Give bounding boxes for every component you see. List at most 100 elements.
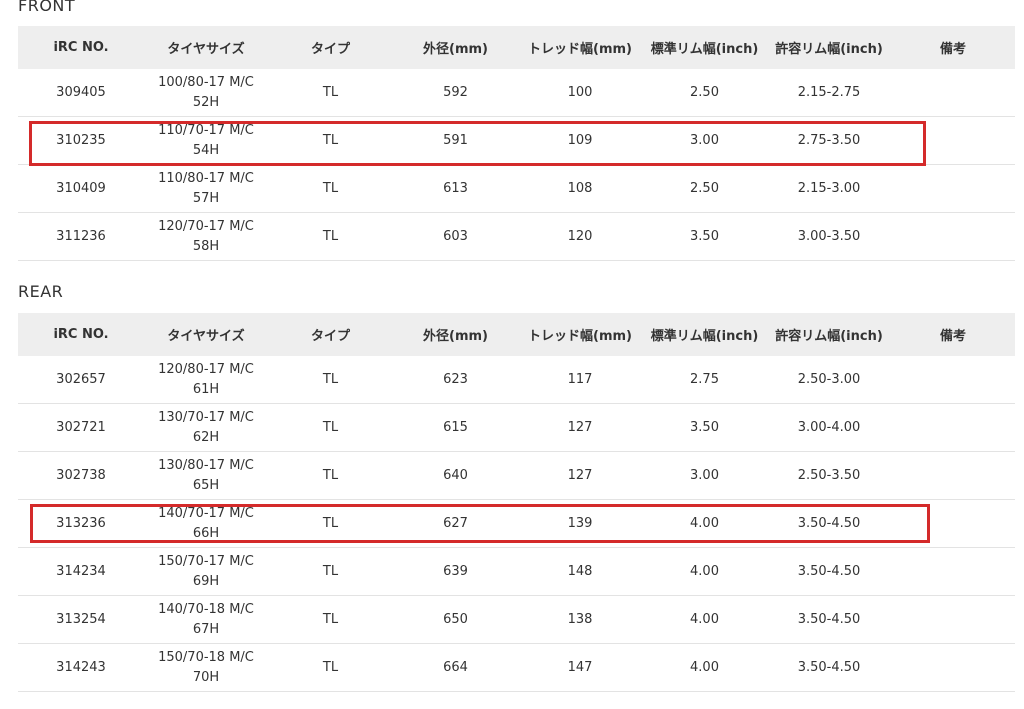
cell-tread-width: 108 xyxy=(518,164,642,213)
table-row: 314234 150/70-17 M/C 69H TL 639 148 4.00 3.50-4… xyxy=(18,547,1015,596)
header-tire-size: タイヤサイズ xyxy=(144,26,268,69)
cell-type: TL xyxy=(268,403,393,452)
tire-size-line: 120/80-17 M/C xyxy=(158,361,254,377)
cell-tread-width: 127 xyxy=(518,451,642,500)
tire-size-line: 130/70-17 M/C xyxy=(158,409,254,425)
cell-outer-diameter: 627 xyxy=(393,499,518,548)
cell-remarks xyxy=(891,69,1015,117)
cell-tread-width: 138 xyxy=(518,595,642,644)
cell-std-rim-width: 2.50 xyxy=(642,69,767,117)
tire-size-line: 110/80-17 M/C xyxy=(158,170,254,186)
load-speed-index: 52H xyxy=(192,94,220,110)
cell-type: TL xyxy=(268,356,393,404)
cell-std-rim-width: 3.00 xyxy=(642,116,767,165)
cell-tire-size: 140/70-17 M/C 66H xyxy=(144,499,268,548)
load-speed-index: 69H xyxy=(192,573,220,589)
cell-outer-diameter: 591 xyxy=(393,116,518,165)
cell-type: TL xyxy=(268,451,393,500)
header-allowed-rim-width: 許容リム幅(inch) xyxy=(767,313,891,356)
cell-type: TL xyxy=(268,547,393,596)
cell-tire-size: 110/70-17 M/C 54H xyxy=(144,116,268,165)
cell-tire-size: 150/70-18 M/C 70H xyxy=(144,643,268,692)
header-irc-no: iRC NO. xyxy=(18,313,144,356)
cell-std-rim-width: 2.50 xyxy=(642,164,767,213)
cell-irc-no: 314243 xyxy=(18,643,144,692)
cell-tire-size: 120/80-17 M/C 61H xyxy=(144,356,268,404)
cell-irc-no: 302657 xyxy=(18,356,144,404)
cell-allowed-rim-width: 3.50-4.50 xyxy=(767,547,891,596)
table-row: 302657 120/80-17 M/C 61H TL 623 117 2.75 2.50-3… xyxy=(18,356,1015,404)
cell-allowed-rim-width: 3.50-4.50 xyxy=(767,643,891,692)
rear-spec-table: iRC NO. タイヤサイズ タイプ 外径(mm) トレッド幅(mm) 標準リム… xyxy=(18,313,1015,692)
cell-outer-diameter: 640 xyxy=(393,451,518,500)
page: FRONT iRC NO. タイヤサイズ タイプ 外径(mm) トレッド幅(mm… xyxy=(0,0,1024,709)
cell-tread-width: 127 xyxy=(518,403,642,452)
cell-outer-diameter: 639 xyxy=(393,547,518,596)
header-outer-diameter: 外径(mm) xyxy=(393,313,518,356)
table-row: 309405 100/80-17 M/C 52H TL 592 100 2.50 2.15-2… xyxy=(18,69,1015,117)
cell-tread-width: 120 xyxy=(518,212,642,261)
cell-remarks xyxy=(891,547,1015,596)
header-allowed-rim-width: 許容リム幅(inch) xyxy=(767,26,891,69)
cell-tread-width: 147 xyxy=(518,643,642,692)
tire-size-line: 120/70-17 M/C xyxy=(158,218,254,234)
cell-allowed-rim-width: 3.00-3.50 xyxy=(767,212,891,261)
cell-tread-width: 100 xyxy=(518,69,642,117)
cell-irc-no: 313236 xyxy=(18,499,144,548)
cell-remarks xyxy=(891,595,1015,644)
cell-type: TL xyxy=(268,595,393,644)
cell-remarks xyxy=(891,116,1015,165)
cell-outer-diameter: 603 xyxy=(393,212,518,261)
load-speed-index: 62H xyxy=(192,429,220,445)
cell-outer-diameter: 615 xyxy=(393,403,518,452)
cell-type: TL xyxy=(268,643,393,692)
cell-tire-size: 130/80-17 M/C 65H xyxy=(144,451,268,500)
cell-allowed-rim-width: 3.50-4.50 xyxy=(767,595,891,644)
tire-size-line: 140/70-17 M/C xyxy=(158,505,254,521)
load-speed-index: 57H xyxy=(192,190,220,206)
cell-remarks xyxy=(891,403,1015,452)
cell-std-rim-width: 4.00 xyxy=(642,595,767,644)
table-row: 311236 120/70-17 M/C 58H TL 603 120 3.50 3.00-3… xyxy=(18,212,1015,261)
header-tire-size: タイヤサイズ xyxy=(144,313,268,356)
tire-size-line: 140/70-18 M/C xyxy=(158,601,254,617)
load-speed-index: 66H xyxy=(192,525,220,541)
tire-size-line: 150/70-18 M/C xyxy=(158,649,254,665)
load-speed-index: 70H xyxy=(192,669,220,685)
cell-allowed-rim-width: 2.75-3.50 xyxy=(767,116,891,165)
cell-remarks xyxy=(891,499,1015,548)
cell-tire-size: 130/70-17 M/C 62H xyxy=(144,403,268,452)
cell-tread-width: 139 xyxy=(518,499,642,548)
cell-remarks xyxy=(891,451,1015,500)
cell-type: TL xyxy=(268,164,393,213)
cell-std-rim-width: 4.00 xyxy=(642,547,767,596)
load-speed-index: 54H xyxy=(192,142,220,158)
header-std-rim-width: 標準リム幅(inch) xyxy=(642,26,767,69)
cell-outer-diameter: 664 xyxy=(393,643,518,692)
header-tread-width: トレッド幅(mm) xyxy=(518,26,642,69)
table-header-row: iRC NO. タイヤサイズ タイプ 外径(mm) トレッド幅(mm) 標準リム… xyxy=(18,313,1015,356)
cell-tread-width: 109 xyxy=(518,116,642,165)
front-table-body: 309405 100/80-17 M/C 52H TL 592 100 2.50 2.15-2… xyxy=(18,69,1015,261)
cell-std-rim-width: 3.00 xyxy=(642,451,767,500)
rear-section-title: REAR xyxy=(18,282,64,301)
cell-allowed-rim-width: 2.15-3.00 xyxy=(767,164,891,213)
header-type: タイプ xyxy=(268,313,393,356)
cell-remarks xyxy=(891,643,1015,692)
cell-tire-size: 110/80-17 M/C 57H xyxy=(144,164,268,213)
table-header-row: iRC NO. タイヤサイズ タイプ 外径(mm) トレッド幅(mm) 標準リム… xyxy=(18,26,1015,69)
table-row: 314243 150/70-18 M/C 70H TL 664 147 4.00 3.50-4… xyxy=(18,643,1015,692)
cell-tread-width: 117 xyxy=(518,356,642,404)
header-remarks: 備考 xyxy=(891,26,1015,69)
tire-size-line: 150/70-17 M/C xyxy=(158,553,254,569)
cell-type: TL xyxy=(268,212,393,261)
tire-size-line: 100/80-17 M/C xyxy=(158,74,254,90)
cell-allowed-rim-width: 2.50-3.00 xyxy=(767,356,891,404)
cell-type: TL xyxy=(268,499,393,548)
table-row: 302721 130/70-17 M/C 62H TL 615 127 3.50 3.00-4… xyxy=(18,403,1015,452)
cell-std-rim-width: 4.00 xyxy=(642,499,767,548)
header-tread-width: トレッド幅(mm) xyxy=(518,313,642,356)
header-type: タイプ xyxy=(268,26,393,69)
header-std-rim-width: 標準リム幅(inch) xyxy=(642,313,767,356)
cell-irc-no: 302721 xyxy=(18,403,144,452)
